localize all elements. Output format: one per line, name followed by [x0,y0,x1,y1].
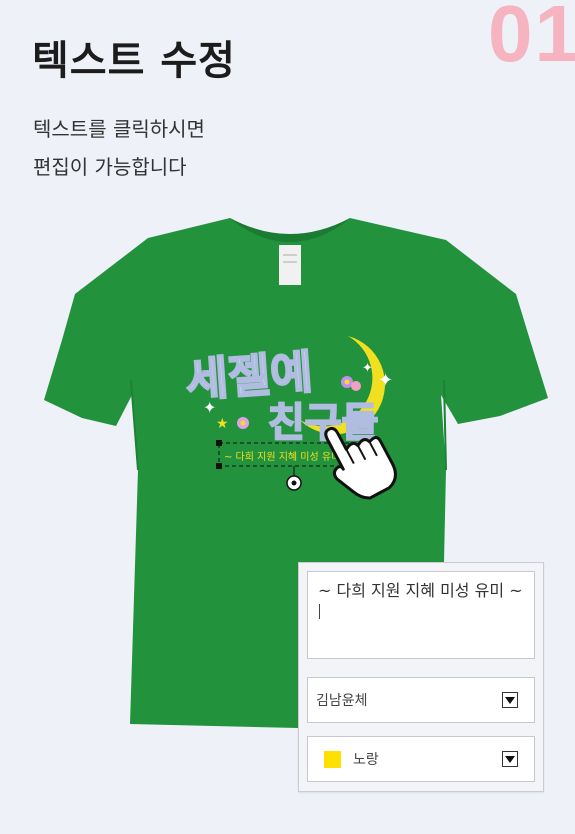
step-number: 01 [488,0,575,78]
font-select-value: 김남윤체 [316,693,368,709]
rotate-icon[interactable] [286,475,302,491]
font-select[interactable]: 김남윤체 [307,677,535,723]
color-select-value: 노랑 [353,752,379,768]
text-editor-panel: ~ 다희 지원 지혜 미성 유미 ~ 김남윤체 노랑 [298,562,544,792]
sparkle-icon: ✦ [378,370,393,391]
star-icon: ★ [216,416,229,432]
page-title: 텍스트 수정 [32,38,236,84]
design-subtitle[interactable]: ~ 다희 지원 지혜 미성 유미 ~ [224,451,352,463]
description-line-2: 편집이 가능합니다 [33,155,187,179]
text-input[interactable]: ~ 다희 지원 지혜 미성 유미 ~ [307,571,535,659]
text-input-value: ~ 다희 지원 지혜 미성 유미 ~ [318,581,523,600]
sparkle-icon: ✦ [203,398,216,417]
dropdown-arrow-icon[interactable] [502,751,518,767]
flower-icon [351,381,361,391]
description-line-1: 텍스트를 클릭하시면 [33,117,205,141]
dropdown-arrow-icon[interactable] [502,692,518,708]
text-caret [319,604,320,619]
sparkle-icon: ✦ [362,361,373,376]
color-select[interactable]: 노랑 [307,736,535,782]
color-swatch [324,750,341,768]
